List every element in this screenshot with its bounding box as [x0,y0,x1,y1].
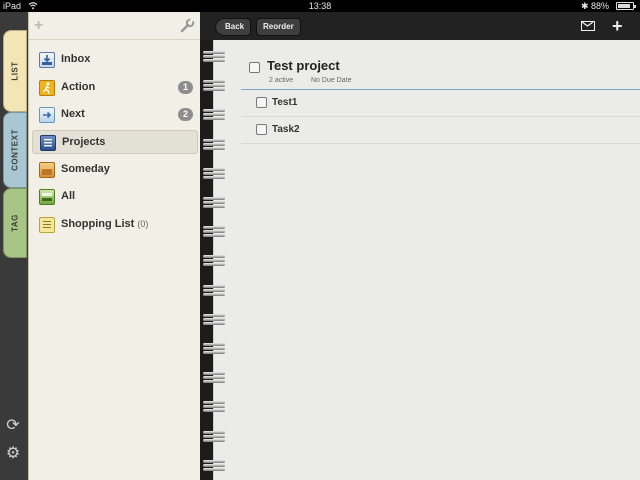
main-toolbar: Back Reorder + [200,12,640,40]
spiral-ring [203,79,229,92]
sidebar-item-next[interactable]: Next 2 [32,103,198,127]
add-task-plus-icon[interactable]: + [612,17,623,35]
back-button[interactable]: Back [215,18,252,36]
spiral-ring [203,430,229,442]
sidebar-item-label: Action [61,81,96,93]
sidebar-item-label: Inbox [61,53,91,65]
project-due-date: No Due Date [311,77,352,84]
spiral-ring [203,284,229,296]
task-row[interactable]: Test1 [241,90,640,117]
battery-percent: 88% [591,1,610,11]
wrench-icon[interactable] [179,18,195,34]
sync-icon[interactable]: ⟳ [4,417,22,435]
sidebar-item-inbox[interactable]: Inbox [32,48,198,72]
task-label: Task2 [272,124,300,135]
spiral-ring [203,108,229,121]
spiral-ring [203,459,229,471]
spiral-ring [203,167,229,179]
task-row[interactable]: Task2 [241,117,640,144]
status-time: 13:38 [308,1,332,11]
sidebar-header: + [29,12,201,40]
tab-tag-label: TAG [10,214,20,232]
project-checkbox[interactable] [249,62,260,73]
sidebar-item-shopping-list[interactable]: Shopping List (0) [32,213,198,237]
projects-icon [40,135,56,151]
spiral-ring [203,400,229,413]
spiral-ring [203,138,229,150]
project-title: Test project [267,58,340,73]
spiral-ring [203,50,229,62]
task-checkbox[interactable] [256,97,267,108]
mail-icon[interactable] [581,21,595,31]
spiral-ring [203,254,229,267]
sidebar-item-label: Someday [61,163,110,175]
inbox-icon [39,52,55,68]
sidebar-item-label: Projects [62,136,106,148]
settings-gear-icon[interactable]: ⚙ [4,445,22,463]
sidebar-item-someday[interactable]: Someday [32,158,198,182]
spiral-ring [203,313,229,325]
bluetooth-icon: ✱ [581,1,589,11]
tab-tag[interactable]: TAG [3,188,27,258]
sidebar-item-label: Next [61,108,85,120]
spiral-ring [203,196,229,208]
sidebar-item-label: Shopping List (0) [61,218,148,230]
sidebar: + Inbox Action 1 Next 2 Projects Someday… [28,12,201,480]
tab-list[interactable]: LIST [3,30,27,112]
task-label: Test1 [272,97,298,108]
sidebar-item-projects[interactable]: Projects [32,130,198,154]
sidebar-item-all[interactable]: All [32,185,198,209]
tab-context-label: CONTEXT [10,129,20,171]
spiral-ring [203,225,229,238]
sidebar-item-label: All [61,190,76,202]
reorder-button[interactable]: Reorder [256,18,301,36]
spiral-ring [203,371,229,384]
all-icon [39,189,55,205]
app-root: iPad 13:38 ✱ 88% LIST CONTEXT TAG ⟳ ⚙ + … [0,0,640,480]
add-list-plus-icon[interactable]: + [34,18,43,34]
shopping-list-icon [39,217,55,233]
next-icon [39,107,55,123]
tab-list-label: LIST [10,61,20,81]
spiral-ring [203,342,229,354]
task-checkbox[interactable] [256,124,267,135]
battery-icon [616,2,636,10]
tab-context[interactable]: CONTEXT [3,112,27,188]
shopping-list-label: Shopping List [61,218,135,230]
spiral-binding [201,40,231,480]
status-bar: iPad 13:38 ✱ 88% [0,0,640,12]
side-tab-strip: LIST CONTEXT TAG ⟳ ⚙ [0,12,28,480]
project-active-count: 2 active [269,77,294,84]
sidebar-item-action[interactable]: Action 1 [32,76,198,100]
action-runner-icon [39,80,55,96]
count-badge: 2 [178,108,193,121]
item-count: (0) [137,219,149,229]
someday-icon [39,162,55,178]
battery-level [618,4,631,8]
count-badge: 1 [178,81,193,94]
